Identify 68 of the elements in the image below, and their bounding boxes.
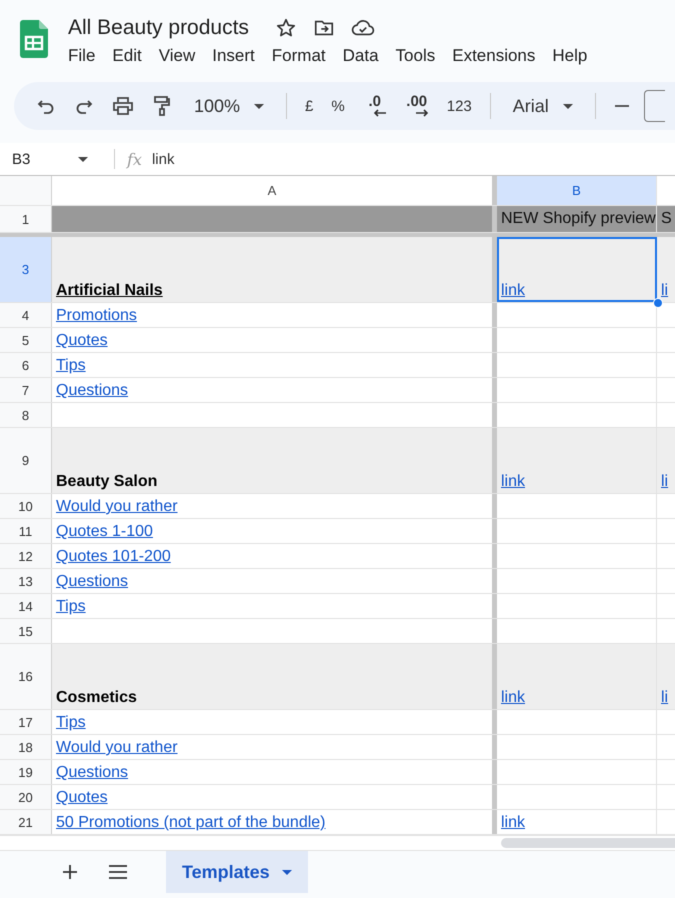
toolbar-button[interactable]: £ — [305, 98, 314, 114]
plus-icon[interactable] — [62, 864, 78, 880]
font-size-field[interactable] — [644, 90, 665, 122]
dropdown[interactable]: 100% — [190, 96, 268, 116]
row-number[interactable]: 13 — [0, 569, 52, 593]
toolbar-button[interactable]: % — [331, 98, 345, 114]
caret-icon — [78, 156, 88, 162]
row-number[interactable]: 5 — [0, 328, 52, 352]
link[interactable]: link — [497, 644, 657, 709]
menu-item[interactable]: File — [68, 46, 96, 66]
caret-icon — [282, 870, 292, 874]
row-number[interactable]: 12 — [0, 544, 52, 568]
left-arrow-icon — [372, 109, 387, 117]
caret-icon — [562, 104, 573, 108]
row-number[interactable]: 15 — [0, 619, 52, 643]
link[interactable]: link — [497, 237, 657, 302]
menu-item[interactable]: Data — [342, 46, 379, 66]
paint-roller-icon[interactable] — [152, 95, 172, 117]
row-number[interactable]: 7 — [0, 378, 52, 402]
row-number[interactable]: 6 — [0, 353, 52, 377]
menu-item[interactable]: Format — [272, 46, 326, 66]
table-cell: Beauty Salon — [52, 428, 497, 493]
decrease-decimal-button[interactable]: .0 — [362, 95, 387, 117]
row-number[interactable]: 18 — [0, 735, 52, 759]
name-box[interactable]: B3 — [0, 150, 100, 168]
row-number[interactable]: 14 — [0, 594, 52, 618]
link[interactable]: li — [657, 237, 675, 302]
link[interactable]: li — [657, 644, 675, 709]
row-number[interactable]: 8 — [0, 403, 52, 427]
row-number[interactable]: 10 — [0, 494, 52, 518]
function-label: fx — [127, 150, 142, 168]
sheet-tab[interactable]: Templates — [166, 851, 308, 893]
formula-field[interactable]: link — [152, 150, 174, 168]
caret-icon — [254, 104, 264, 108]
increase-decimal-button[interactable]: .00 — [404, 95, 429, 117]
link[interactable]: link — [497, 810, 657, 834]
link[interactable]: li — [657, 428, 675, 493]
row-number[interactable]: 19 — [0, 760, 52, 784]
dropdown[interactable]: Arial — [508, 96, 577, 116]
row-number[interactable]: 4 — [0, 303, 52, 327]
print-icon[interactable] — [112, 96, 134, 116]
table-cell: Cosmetics — [52, 644, 497, 709]
star-icon[interactable] — [274, 17, 297, 39]
row-number[interactable]: 17 — [0, 710, 52, 734]
horizontal-scrollbar[interactable] — [501, 838, 675, 848]
menu-item[interactable]: Edit — [112, 46, 142, 66]
table-cell: S — [657, 206, 675, 232]
table-cell: Artificial Nails — [52, 237, 497, 302]
menu-icon[interactable] — [108, 864, 128, 880]
row-number[interactable]: 11 — [0, 519, 52, 543]
link[interactable]: link — [497, 428, 657, 493]
menu-item[interactable]: View — [158, 46, 196, 66]
row-number[interactable]: 9 — [0, 428, 52, 493]
menu-item[interactable]: Tools — [396, 46, 436, 66]
right-arrow-icon — [414, 109, 429, 117]
row-number[interactable]: 16 — [0, 644, 52, 709]
row-number[interactable]: 20 — [0, 785, 52, 809]
sheets-logo-icon[interactable] — [20, 20, 48, 58]
menu-item[interactable]: Insert — [212, 46, 255, 66]
column-header[interactable]: B — [497, 176, 657, 205]
document-title[interactable]: All Beauty products — [68, 16, 249, 40]
menu-item[interactable]: Extensions — [452, 46, 536, 66]
table-cell: NEW Shopify preview — [497, 206, 657, 232]
row-number[interactable]: 1 — [0, 206, 52, 232]
menu-item[interactable]: Help — [552, 46, 588, 66]
toolbar-button[interactable]: 123 — [446, 98, 472, 114]
row-number[interactable]: 3 — [0, 237, 52, 302]
row-number[interactable]: 21 — [0, 810, 52, 834]
